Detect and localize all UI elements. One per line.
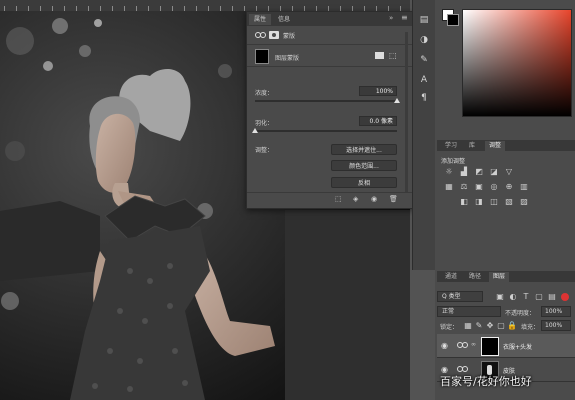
- layer-filter-dropdown[interactable]: Q 类型: [437, 291, 483, 302]
- adjustment-link-icon[interactable]: [255, 31, 267, 39]
- layer-row[interactable]: ◉ ∞ 衣服+头发: [437, 334, 575, 358]
- invert-button[interactable]: 反相: [331, 177, 397, 188]
- visibility-eye-icon[interactable]: ◉: [441, 341, 448, 350]
- tab-info[interactable]: 信息: [273, 14, 295, 25]
- color-balance-icon[interactable]: ⚖: [459, 183, 469, 191]
- panel-scrollbar[interactable]: [405, 32, 408, 192]
- tab-channels[interactable]: 通道: [441, 272, 461, 282]
- adjustment-layer-icon: [457, 341, 469, 349]
- opacity-label: 不透明度：: [505, 310, 536, 317]
- background-color-swatch[interactable]: [447, 14, 459, 26]
- smart-object-filter-icon[interactable]: ▤: [547, 293, 557, 301]
- properties-panel: 属性 信息 » ≡ 蒙版 图层蒙版 ⬚ 浓度： 100% 羽化： 0.0 像素 …: [246, 11, 414, 209]
- opacity-field[interactable]: 100%: [541, 306, 571, 317]
- feather-slider-track[interactable]: [255, 130, 397, 132]
- color-picker-field[interactable]: [462, 9, 572, 117]
- panel-menu-icon[interactable]: ≡: [401, 13, 408, 22]
- lock-all-icon[interactable]: 🔒: [507, 322, 517, 330]
- lock-position-icon[interactable]: ✥: [485, 322, 495, 330]
- photo-filter-icon[interactable]: ◎: [489, 183, 499, 191]
- layers-tab-bar: 通道 路径 图层: [437, 271, 575, 282]
- lock-artboard-icon[interactable]: ▢: [496, 322, 506, 330]
- divider: [247, 66, 413, 67]
- brightness-icon[interactable]: ☼: [444, 168, 454, 176]
- lock-image-icon[interactable]: ✎: [474, 322, 484, 330]
- watermark-text: 百家号/花好你也好: [440, 375, 532, 388]
- type-filter-icon[interactable]: T: [521, 293, 531, 301]
- hue-saturation-icon[interactable]: ▦: [444, 183, 454, 191]
- density-field[interactable]: 100%: [359, 86, 397, 96]
- filter-toggle-icon[interactable]: [561, 293, 569, 301]
- visibility-eye-icon[interactable]: ◉: [371, 195, 377, 203]
- feather-label: 羽化：: [255, 120, 274, 127]
- density-label: 浓度：: [255, 90, 274, 97]
- mask-type-label: 图层蒙版: [275, 55, 300, 62]
- history-icon[interactable]: ▤: [418, 14, 430, 26]
- adjustment-filter-icon[interactable]: ◐: [508, 293, 518, 301]
- properties-tab-bar: 属性 信息 » ≡: [247, 12, 413, 26]
- pixel-filter-icon[interactable]: ▣: [495, 293, 505, 301]
- brush-icon[interactable]: ✎: [418, 54, 430, 66]
- add-adjustment-label: 添加调整: [441, 158, 466, 165]
- density-slider-knob[interactable]: [394, 98, 400, 103]
- tab-adjustments[interactable]: 调整: [485, 141, 506, 151]
- select-and-mask-button[interactable]: 选择并遮住...: [331, 144, 397, 155]
- tab-properties[interactable]: 属性: [249, 14, 272, 25]
- density-slider-track[interactable]: [255, 100, 397, 102]
- invert-icon[interactable]: ◧: [459, 198, 469, 206]
- shape-filter-icon[interactable]: ▢: [534, 293, 544, 301]
- blend-mode-dropdown[interactable]: 正常: [437, 306, 501, 317]
- load-selection-icon[interactable]: ⬚: [335, 195, 342, 203]
- feather-field[interactable]: 0.0 像素: [359, 116, 397, 126]
- posterize-icon[interactable]: ◨: [474, 198, 484, 206]
- divider: [247, 44, 413, 45]
- tab-learn[interactable]: 学习: [441, 141, 461, 151]
- levels-icon[interactable]: ▟: [459, 168, 469, 176]
- layer-name: 衣服+头发: [503, 344, 533, 351]
- apply-mask-icon[interactable]: ◈: [353, 195, 358, 203]
- color-range-button[interactable]: 颜色范围...: [331, 160, 397, 171]
- fill-label: 填充：: [521, 324, 540, 331]
- paragraph-icon[interactable]: ¶: [418, 92, 430, 104]
- tab-layers[interactable]: 图层: [489, 272, 510, 282]
- adjustments-tab-bar: 学习 库 调整: [437, 140, 575, 151]
- vibrance-icon[interactable]: ▽: [504, 168, 514, 176]
- lock-transparent-icon[interactable]: ▦: [463, 322, 473, 330]
- panel-subtitle: 蒙版: [283, 33, 296, 40]
- exposure-icon[interactable]: ◪: [489, 168, 499, 176]
- select-pixel-mask-icon[interactable]: [375, 52, 384, 59]
- curves-icon[interactable]: ◩: [474, 168, 484, 176]
- fill-field[interactable]: 100%: [541, 320, 571, 331]
- vector-mask-icon[interactable]: ⬚: [389, 51, 397, 60]
- color-lookup-icon[interactable]: ▥: [519, 183, 529, 191]
- adjust-label: 调整：: [255, 147, 274, 154]
- threshold-icon[interactable]: ◫: [489, 198, 499, 206]
- color-icon[interactable]: ◑: [418, 34, 430, 46]
- divider: [247, 192, 413, 193]
- collapse-icon[interactable]: »: [389, 14, 393, 22]
- delete-mask-icon[interactable]: 🗑: [389, 195, 398, 203]
- gradient-map-icon[interactable]: ▧: [504, 198, 514, 206]
- chain-link-icon[interactable]: ∞: [471, 341, 476, 348]
- channel-mixer-icon[interactable]: ⊕: [504, 183, 514, 191]
- black-white-icon[interactable]: ▣: [474, 183, 484, 191]
- feather-slider-knob[interactable]: [252, 128, 258, 133]
- mask-thumbnail[interactable]: [255, 49, 269, 64]
- character-icon[interactable]: A: [418, 74, 430, 86]
- lock-label: 锁定：: [440, 324, 459, 331]
- mask-icon[interactable]: [269, 31, 279, 39]
- layer-mask-thumbnail[interactable]: [481, 337, 499, 356]
- panel-icon-strip: ▤ ◑ ✎ A ¶: [412, 0, 435, 270]
- selective-color-icon[interactable]: ▨: [519, 198, 529, 206]
- tab-paths[interactable]: 路径: [465, 272, 485, 282]
- tab-libraries[interactable]: 库: [465, 141, 479, 151]
